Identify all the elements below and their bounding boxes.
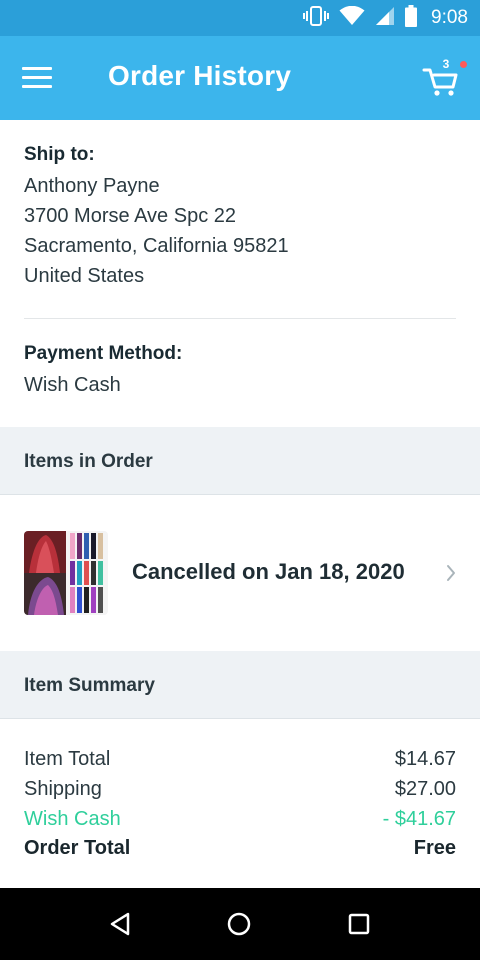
triangle-back-icon xyxy=(104,912,136,944)
payment-method: Payment Method: Wish Cash xyxy=(24,340,456,400)
cart-button[interactable]: 3 xyxy=(422,57,470,98)
item-summary-header: Item Summary xyxy=(0,651,480,719)
items-in-order-title: Items in Order xyxy=(24,451,153,472)
item-total-value: $14.67 xyxy=(394,748,456,770)
cart-count-badge: 3 xyxy=(442,57,450,71)
app-bar: Order History 3 xyxy=(0,36,480,120)
recipient-name: Anthony Payne xyxy=(24,175,160,197)
product-thumbnail xyxy=(24,531,108,615)
home-button[interactable] xyxy=(223,908,255,940)
clock-time: 9:08 xyxy=(431,7,468,28)
payment-method-value: Wish Cash xyxy=(24,374,121,396)
status-bar: 9:08 xyxy=(0,0,480,36)
chevron-right-icon xyxy=(440,563,460,583)
wish-cash-value: - $41.67 xyxy=(382,808,456,830)
item-total-label: Item Total xyxy=(24,748,111,770)
shipping-value: $27.00 xyxy=(394,778,456,800)
shipping-label: Shipping xyxy=(24,778,102,800)
payment-method-label: Payment Method: xyxy=(24,343,183,364)
order-total-value: Free xyxy=(413,837,456,859)
square-recents-icon xyxy=(343,913,375,944)
order-total-label: Order Total xyxy=(24,837,131,859)
status-icons: 9:08 xyxy=(303,4,468,32)
item-summary-title: Item Summary xyxy=(24,675,155,696)
divider xyxy=(24,318,456,319)
ship-to-label: Ship to: xyxy=(24,144,95,165)
vibrate-icon xyxy=(303,5,330,32)
circle-home-icon xyxy=(223,912,255,944)
cell-signal-icon xyxy=(375,6,395,31)
shipping-address: Ship to: Anthony Payne 3700 Morse Ave Sp… xyxy=(24,140,456,291)
hamburger-menu-icon xyxy=(22,67,62,88)
city-state-zip: Sacramento, California 95821 xyxy=(24,235,289,257)
wish-cash-row: Wish Cash - $41.67 xyxy=(24,804,456,834)
system-nav-bar xyxy=(0,888,480,960)
notification-dot xyxy=(460,61,467,68)
order-summary: Item Total $14.67 Shipping $27.00 Wish C… xyxy=(24,744,456,862)
page-title: Order History xyxy=(108,60,292,91)
order-item-row[interactable]: Cancelled on Jan 18, 2020 xyxy=(0,495,480,651)
item-total-row: Item Total $14.67 xyxy=(24,744,456,774)
wifi-icon xyxy=(339,5,365,31)
items-in-order-header: Items in Order xyxy=(0,427,480,495)
recents-button[interactable] xyxy=(343,908,375,940)
country: United States xyxy=(24,265,145,287)
battery-icon xyxy=(405,4,418,32)
shipping-row: Shipping $27.00 xyxy=(24,774,456,804)
order-status-text: Cancelled on Jan 18, 2020 xyxy=(132,559,405,584)
back-button[interactable] xyxy=(104,908,136,940)
wish-cash-label: Wish Cash xyxy=(24,808,121,830)
order-total-row: Order Total Free xyxy=(24,834,456,862)
menu-button[interactable] xyxy=(22,64,62,92)
street-address: 3700 Morse Ave Spc 22 xyxy=(24,205,236,227)
